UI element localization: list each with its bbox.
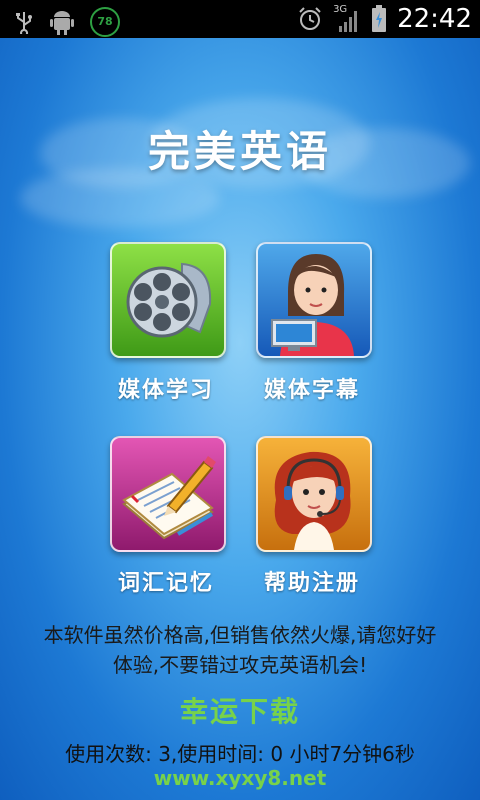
status-bar: 78 3G 22:42 xyxy=(0,0,480,38)
vocabulary-memory-button[interactable] xyxy=(110,436,226,552)
watermark-url: www.xyxy8.net xyxy=(153,766,327,790)
promo-notice: 本软件虽然价格高,但销售依然火爆,请您好好 体验,不要错过攻克英语机会! xyxy=(0,620,480,680)
status-clock: 22:42 xyxy=(397,4,472,34)
usb-icon xyxy=(16,12,32,34)
media-study-label[interactable]: 媒体学习 xyxy=(86,372,246,404)
help-register-button[interactable] xyxy=(256,436,372,552)
media-subtitle-label[interactable]: 媒体字幕 xyxy=(232,372,392,404)
usage-stats: 使用次数: 3,使用时间: 0 小时7分钟6秒 xyxy=(65,742,415,766)
promo-line-2: 体验,不要错过攻克英语机会! xyxy=(112,653,368,677)
alarm-icon xyxy=(299,7,321,30)
promo-line-1: 本软件虽然价格高,但销售依然火爆,请您好好 xyxy=(43,623,437,647)
headset-girl-icon xyxy=(274,451,351,550)
android-debug-icon xyxy=(50,11,74,35)
watermark-title: 幸运下载 xyxy=(179,695,300,728)
film-reel-icon xyxy=(126,262,212,338)
notebook-pen-icon xyxy=(122,456,216,540)
media-subtitle-button[interactable] xyxy=(256,242,372,358)
battery-saver-icon: 78 xyxy=(90,7,120,37)
battery-icon xyxy=(372,5,387,32)
girl-computer-icon xyxy=(271,254,354,356)
help-register-label[interactable]: 帮助注册 xyxy=(232,565,392,597)
main-screen: 完美英语 媒体学习 媒体字幕 词汇记忆 帮助注册 xyxy=(0,38,480,800)
signal-icon: 3G xyxy=(333,4,361,34)
app-title: 完美英语 xyxy=(147,127,332,176)
vocabulary-memory-label[interactable]: 词汇记忆 xyxy=(86,565,246,597)
media-study-button[interactable] xyxy=(110,242,226,358)
